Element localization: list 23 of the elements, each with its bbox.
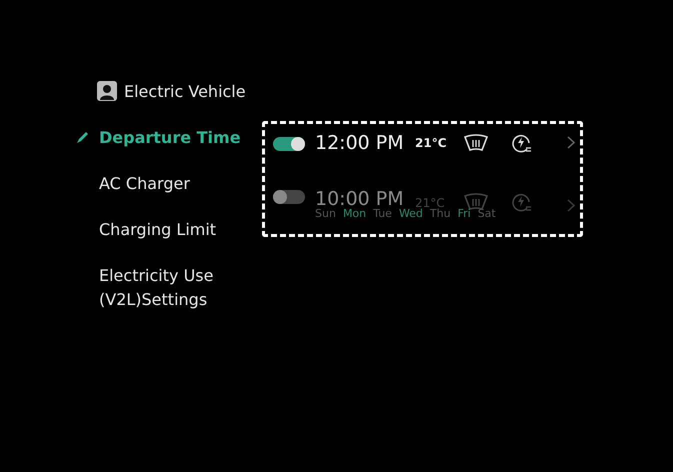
charging-timer-icon	[511, 133, 533, 153]
time-label: 10:00 PM	[315, 188, 404, 210]
temperature-label: 21°C	[415, 196, 445, 210]
menu-item[interactable]: AC Charger	[99, 172, 190, 196]
toggle-switch[interactable]	[273, 137, 305, 151]
temperature-label: 21°C	[415, 136, 448, 150]
defroster-icon	[463, 134, 489, 152]
toggle-switch[interactable]	[273, 190, 305, 204]
person-icon	[97, 81, 117, 101]
time-label: 12:00 PM	[315, 132, 405, 154]
charging-timer-icon	[511, 192, 533, 212]
weekday-label: Tue	[373, 207, 392, 220]
weekday-label: Wed	[398, 207, 423, 220]
menu-item[interactable]: Electricity Use (V2L)Settings	[99, 264, 214, 312]
weekday-label: Sat	[478, 207, 496, 220]
chevron-right-icon[interactable]	[567, 136, 575, 149]
section-title: Electric Vehicle	[124, 82, 246, 100]
weekday-label: Sun	[315, 207, 336, 220]
weekday-label: Fri	[458, 207, 471, 220]
weekday-label: Thu	[430, 207, 451, 220]
menu-item[interactable]: Departure Time	[99, 126, 241, 150]
menu-item[interactable]: Charging Limit	[99, 218, 216, 242]
weekday-label: Mon	[342, 207, 366, 220]
